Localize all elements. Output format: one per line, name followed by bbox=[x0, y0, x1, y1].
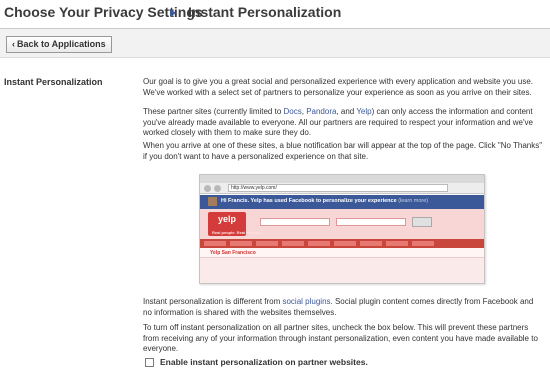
intro-paragraph: Our goal is to give you a great social a… bbox=[143, 77, 534, 97]
toolbar: ‹ Back to Applications bbox=[0, 28, 550, 58]
page-subtitle: Instant Personalization bbox=[188, 4, 342, 20]
social-plugins-text-before: Instant personalization is different fro… bbox=[143, 297, 283, 306]
preview-tab bbox=[204, 241, 226, 246]
social-plugins-link[interactable]: social plugins bbox=[282, 297, 330, 306]
preview-tab bbox=[256, 241, 278, 246]
social-plugins-paragraph: Instant personalization is different fro… bbox=[143, 297, 543, 318]
back-button-label: Back to Applications bbox=[17, 39, 106, 49]
preview-learn-more: (learn more) bbox=[398, 198, 429, 204]
preview-site-header: yelp Real people. Real reviews. bbox=[200, 209, 484, 239]
page-header: Choose Your Privacy Settings Instant Per… bbox=[0, 0, 550, 28]
preview-city: Yelp San Francisco bbox=[210, 250, 256, 256]
preview-notification-message: Hi Francis. Yelp has used Facebook to pe… bbox=[221, 198, 397, 204]
pandora-link[interactable]: Pandora bbox=[306, 107, 336, 116]
yelp-logo-text: yelp bbox=[217, 214, 236, 224]
preview-search-field bbox=[260, 218, 330, 226]
docs-link[interactable]: Docs bbox=[284, 107, 302, 116]
partners-text-before: These partner sites (currently limited t… bbox=[143, 107, 284, 116]
yelp-preview-screenshot: http://www.yelp.com/ Hi Francis. Yelp ha… bbox=[199, 174, 485, 284]
back-nav-icon bbox=[204, 185, 211, 192]
avatar bbox=[208, 197, 217, 206]
partners-text-and: , and bbox=[336, 107, 357, 116]
preview-notification-text: Hi Francis. Yelp has used Facebook to pe… bbox=[221, 198, 428, 204]
yelp-tagline: Real people. Real reviews. bbox=[212, 230, 263, 235]
notification-paragraph: When you arrive at one of these sites, a… bbox=[143, 141, 543, 161]
yelp-logo: yelp Real people. Real reviews. bbox=[208, 212, 262, 236]
turn-off-paragraph: To turn off instant personalization on a… bbox=[143, 323, 538, 353]
preview-tab bbox=[230, 241, 252, 246]
preview-site: yelp Real people. Real reviews. Yelp San … bbox=[200, 209, 484, 283]
preview-tab bbox=[360, 241, 382, 246]
preview-tab bbox=[386, 241, 408, 246]
chevron-right-icon bbox=[170, 9, 176, 17]
back-to-applications-button[interactable]: ‹ Back to Applications bbox=[6, 36, 112, 53]
preview-tab bbox=[334, 241, 356, 246]
yelp-link[interactable]: Yelp bbox=[356, 107, 371, 116]
preview-search-button bbox=[412, 217, 432, 227]
preview-url: http://www.yelp.com/ bbox=[228, 184, 448, 192]
browser-titlebar bbox=[200, 175, 484, 183]
enable-personalization-checkbox[interactable] bbox=[145, 358, 154, 367]
chevron-left-icon: ‹ bbox=[12, 39, 15, 49]
partners-paragraph: These partner sites (currently limited t… bbox=[143, 107, 543, 139]
preview-tab bbox=[308, 241, 330, 246]
section-label: Instant Personalization bbox=[4, 77, 103, 87]
forward-nav-icon bbox=[214, 185, 221, 192]
preview-tab bbox=[282, 241, 304, 246]
browser-address-row: http://www.yelp.com/ bbox=[200, 183, 484, 194]
preview-notification-bar: Hi Francis. Yelp has used Facebook to pe… bbox=[200, 195, 484, 209]
preview-tab bbox=[412, 241, 434, 246]
preview-tabs bbox=[200, 239, 484, 248]
enable-personalization-label[interactable]: Enable instant personalization on partne… bbox=[160, 357, 368, 368]
preview-location-field bbox=[336, 218, 406, 226]
